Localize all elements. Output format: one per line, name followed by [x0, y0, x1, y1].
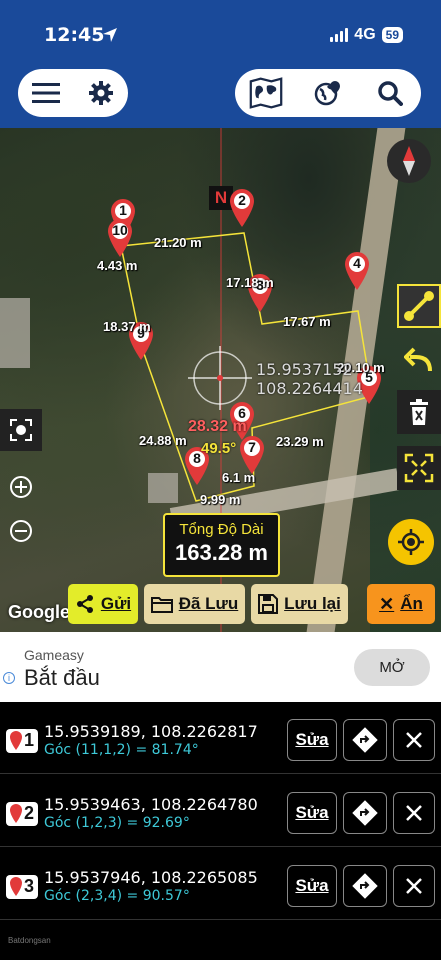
satellite-map[interactable]: N 1 2 3 4 5 6 7 8 9 10 21.20 m 4.43 m 17.18 m 17.67 … [0, 128, 441, 632]
point-pin-icon: 2 [6, 801, 38, 832]
network-type: 4G [354, 26, 376, 43]
ad-info-icon[interactable]: i [3, 672, 15, 684]
edit-point-button[interactable]: Sửa [287, 792, 337, 834]
edge-length-label: 6.1 m [222, 470, 256, 485]
point-coordinates: 15.9539463, 108.2264780 [44, 795, 258, 814]
point-row: 3 15.9537946, 108.2265085 Góc (2,3,4) = … [0, 848, 441, 920]
undo-icon[interactable] [397, 338, 441, 382]
points-list: 1 15.9539189, 108.2262817 Góc (11,1,2) =… [0, 702, 441, 960]
saved-button[interactable]: Đã Lưu [144, 584, 245, 624]
draw-line-icon[interactable] [397, 284, 441, 328]
map-pin-number: 1 [119, 202, 127, 218]
total-length-label: Tổng Độ Dài [179, 521, 264, 538]
map-pin-number: 4 [353, 255, 361, 271]
point-pin-icon: 1 [6, 728, 38, 759]
menu-icon[interactable] [29, 76, 63, 110]
crosshair-coordinates: 15.9537152 108.2264414 [256, 360, 363, 398]
point-number: 2 [24, 803, 35, 823]
share-icon [76, 595, 93, 613]
clock: 12:45 [44, 24, 105, 46]
save-label: Lưu lại [284, 594, 341, 613]
total-length-value: 163.28 m [175, 540, 268, 565]
zoom-in-icon[interactable] [0, 466, 42, 508]
floppy-disk-icon [258, 594, 279, 614]
edge-length-label: 17.18 m [226, 275, 274, 290]
point-number: 1 [24, 730, 35, 750]
latitude-text: 15.9537152 [256, 360, 353, 379]
delete-point-icon[interactable] [393, 865, 435, 907]
google-logo: Google [8, 602, 70, 622]
ad-title: Bắt đầu [24, 665, 100, 690]
send-label: Gửi [100, 594, 132, 613]
edge-length-label: 21.20 m [154, 235, 202, 250]
total-length-box: Tổng Độ Dài 163.28 m [163, 513, 280, 577]
point-row: 2 15.9539463, 108.2264780 Góc (1,2,3) = … [0, 775, 441, 847]
save-button[interactable]: Lưu lại [251, 584, 348, 624]
segment-length: 28.32 m [188, 418, 247, 435]
map-pin-2[interactable]: 2 [229, 188, 255, 228]
map-pin-number: 7 [248, 439, 256, 455]
point-angle: Góc (2,3,4) = 90.57° [44, 888, 190, 904]
settings-gear-icon[interactable] [84, 76, 118, 110]
edge-length-label: 23.29 m [276, 434, 324, 449]
directions-icon[interactable] [343, 865, 387, 907]
point-row: 1 15.9539189, 108.2262817 Góc (11,1,2) =… [0, 702, 441, 774]
screenshot-icon[interactable] [0, 409, 42, 451]
battery-icon: 59 [381, 27, 403, 43]
map-pin-7[interactable]: 7 [239, 435, 265, 475]
close-x-icon: ✕ [379, 593, 395, 614]
map-pin-number: 10 [112, 222, 128, 238]
directions-icon[interactable] [343, 792, 387, 834]
hide-button[interactable]: ✕ Ẩn [367, 584, 435, 624]
trash-icon[interactable] [397, 390, 441, 434]
map-pin-number: 2 [238, 192, 246, 208]
right-pill [235, 69, 421, 117]
folder-icon [150, 597, 173, 613]
hide-label: Ẩn [400, 594, 423, 613]
globe-pin-icon[interactable] [311, 76, 345, 110]
edit-point-button[interactable]: Sửa [287, 865, 337, 907]
edit-point-button[interactable]: Sửa [287, 719, 337, 761]
top-toolbar [0, 62, 441, 128]
point-coordinates: 15.9539189, 108.2262817 [44, 722, 258, 741]
point-angle: Góc (1,2,3) = 92.69° [44, 815, 190, 831]
point-angle: Góc (11,1,2) = 81.74° [44, 742, 199, 758]
point-pin-icon: 3 [6, 874, 38, 905]
left-pill [18, 69, 128, 117]
point-coordinates: 15.9537946, 108.2265085 [44, 868, 258, 887]
edge-length-label: 17.67 m [283, 314, 331, 329]
segment-angle: 49.5° [201, 440, 237, 457]
map-pin-10[interactable]: 10 [107, 218, 133, 258]
watermark-logo: Batdongsan [8, 936, 51, 945]
send-button[interactable]: Gửi [68, 584, 138, 624]
longitude-text: 108.2264414 [256, 379, 363, 398]
delete-point-icon[interactable] [393, 792, 435, 834]
my-location-icon[interactable] [388, 519, 434, 565]
ad-banner[interactable]: i Gameasy Bắt đầu MỞ [0, 632, 441, 702]
status-bar: 12:45 4G 59 [0, 0, 441, 62]
world-map-icon[interactable] [249, 76, 283, 110]
point-number: 3 [24, 876, 35, 896]
map-pin-4[interactable]: 4 [344, 251, 370, 291]
delete-point-icon[interactable] [393, 719, 435, 761]
location-arrow-icon [103, 28, 117, 42]
signal-icon [330, 28, 349, 42]
fit-bounds-icon[interactable] [397, 446, 441, 490]
edge-length-label: 24.88 m [139, 433, 187, 448]
ad-source: Gameasy [24, 647, 84, 663]
edge-length-label: 18.37 m [103, 319, 151, 334]
edge-length-label: 4.43 m [97, 258, 138, 273]
edge-length-label: 9.99 m [200, 492, 241, 507]
compass-icon[interactable] [387, 139, 431, 183]
directions-icon[interactable] [343, 719, 387, 761]
saved-label: Đã Lưu [178, 594, 239, 613]
search-icon[interactable] [373, 76, 407, 110]
ad-open-button[interactable]: MỞ [354, 649, 430, 686]
zoom-out-icon[interactable] [0, 510, 42, 552]
